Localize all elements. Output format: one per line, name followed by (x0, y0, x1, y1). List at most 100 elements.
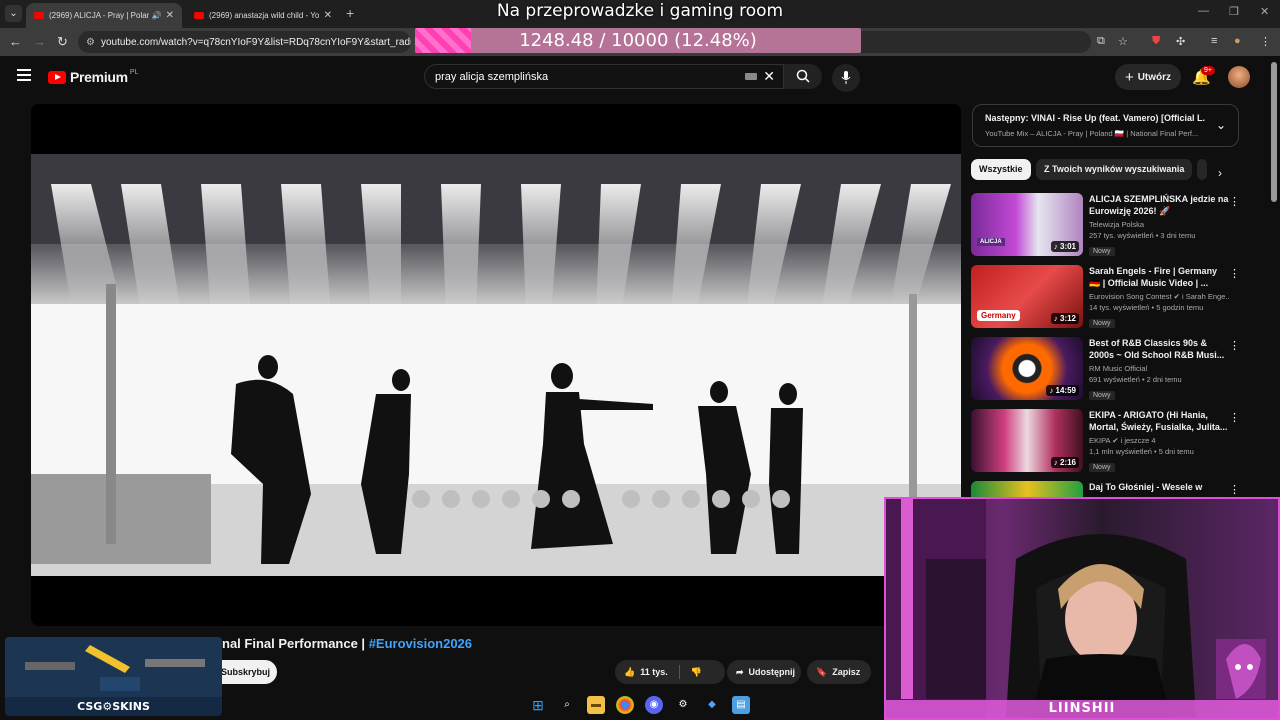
close-tab-icon[interactable]: ✕ (324, 10, 332, 21)
tab-search-icon[interactable]: ⌄ (5, 5, 22, 22)
save-button[interactable]: 🔖 Zapisz (807, 660, 871, 684)
settings-gear-icon[interactable]: ⚙ (674, 696, 692, 714)
video-meta: 1,1 mln wyświetleń • 5 dni temu (1089, 447, 1194, 456)
create-button[interactable]: + Utwórz (1115, 64, 1181, 90)
clear-search-icon[interactable]: ✕ (763, 68, 775, 85)
video-thumbnail[interactable] (971, 481, 1083, 497)
up-next-panel[interactable]: Następny: VINAI - Rise Up (feat. Vamero)… (972, 104, 1239, 147)
list-item[interactable]: ALICJA ♪ 3:01 ALICJA SZEMPLIŃSKA jedzie … (971, 193, 1241, 257)
scrollbar[interactable] (1271, 62, 1277, 202)
search-input[interactable]: pray alicja szemplińska ✕ (424, 64, 784, 89)
streamer-webcam-image (886, 499, 1266, 718)
close-tab-icon[interactable]: ✕ (166, 10, 174, 21)
app-diamond-icon[interactable]: ◆ (703, 696, 721, 714)
site-info-icon[interactable]: ⚙ (86, 37, 95, 48)
tab-anastazja[interactable]: (2969) anastazja wild child - Yo ✕ (186, 3, 340, 28)
close-window-icon[interactable]: ✕ (1260, 5, 1269, 18)
video-thumbnail[interactable]: ♪ 2:16 (971, 409, 1083, 472)
thumbnail-text: Germany (977, 310, 1020, 321)
discord-icon[interactable]: ◉ (645, 696, 663, 714)
video-title[interactable]: EKIPA - ARIGATO (Hi Hania, Mortal, Śwież… (1089, 409, 1229, 433)
video-title[interactable]: Sarah Engels - Fire | Germany 🇩🇪 | Offic… (1089, 265, 1229, 289)
url-text: youtube.com/watch?v=q78cnYIoF9Y&list=RDq… (100, 36, 411, 48)
list-item[interactable]: ♪ 14:59 Best of R&B Classics 90s & 2000s… (971, 337, 1241, 401)
channel-name[interactable]: EKIPA ✔ i jeszcze 4 (1089, 436, 1229, 445)
url-field[interactable]: ⚙ youtube.com/watch?v=q78cnYIoF9Y&list=R… (78, 31, 411, 53)
thumbnail-text: ALICJA (977, 238, 1005, 246)
chevron-right-icon[interactable]: › (1218, 166, 1222, 180)
more-options-icon[interactable]: ⋮ (1229, 483, 1240, 496)
video-title[interactable]: Daj To Głośniej - Wesele w (1089, 481, 1229, 493)
video-thumbnail[interactable]: ALICJA ♪ 3:01 (971, 193, 1083, 256)
search-value: pray alicja szemplińska (435, 70, 549, 83)
list-item[interactable]: Germany ♪ 3:12 Sarah Engels - Fire | Ger… (971, 265, 1241, 329)
profile-icon[interactable]: ● (1234, 35, 1241, 47)
video-title[interactable]: Best of R&B Classics 90s & 2000s ~ Old S… (1089, 337, 1229, 361)
voice-search-button[interactable] (832, 64, 860, 92)
restore-icon[interactable]: ❐ (1229, 5, 1239, 18)
more-options-icon[interactable]: ⋮ (1229, 267, 1240, 280)
file-explorer-icon[interactable]: ▬ (587, 696, 605, 714)
like-count[interactable]: 11 tys. (640, 667, 668, 677)
create-label: Utwórz (1137, 71, 1172, 83)
install-app-icon[interactable]: ⧉ (1097, 35, 1105, 48)
chip-from-search[interactable]: Z Twoich wyników wyszukiwania (1036, 159, 1193, 180)
chip-all[interactable]: Wszystkie (971, 159, 1031, 180)
duration-badge: ♪ 3:12 (1050, 313, 1079, 324)
streamer-name: LIINSHII (886, 700, 1278, 718)
chip-more[interactable] (1197, 159, 1207, 180)
video-thumbnail[interactable]: Germany ♪ 3:12 (971, 265, 1083, 328)
like-thumb-icon[interactable]: 👍 (624, 667, 635, 678)
menu-hamburger-icon[interactable] (17, 69, 31, 84)
notepad-icon[interactable]: ▤ (732, 696, 750, 714)
more-options-icon[interactable]: ⋮ (1229, 195, 1240, 208)
bookmark-icon: 🔖 (816, 666, 828, 677)
youtube-logo[interactable]: Premium PL (48, 69, 138, 85)
video-info: Best of R&B Classics 90s & 2000s ~ Old S… (1089, 337, 1229, 402)
channel-name[interactable]: Telewizja Polska (1089, 220, 1229, 229)
video-frame[interactable] (31, 154, 961, 576)
tab-alicja[interactable]: (2969) ALICJA - Pray | Poland 🔊 ✕ (26, 3, 182, 28)
browser-menu-icon[interactable]: ⋮ (1260, 35, 1271, 48)
list-item[interactable]: Daj To Głośniej - Wesele w ⋮ (971, 481, 1241, 497)
minimize-icon[interactable]: — (1198, 5, 1209, 17)
chrome-icon[interactable] (616, 696, 634, 714)
subscribe-button[interactable]: Subskrybuj (214, 660, 277, 684)
reload-icon[interactable]: ↻ (57, 34, 68, 50)
weapon-skins-image (5, 637, 222, 697)
forward-icon[interactable]: → (33, 34, 46, 49)
url-field-end[interactable] (861, 31, 1091, 53)
more-options-icon[interactable]: ⋮ (1229, 411, 1240, 424)
share-label: Udostępnij (748, 667, 796, 677)
new-tab-icon[interactable]: + (346, 5, 354, 21)
video-player[interactable] (31, 104, 961, 626)
share-button[interactable]: ➦ Udostępnij (727, 660, 801, 684)
video-hashtag-link[interactable]: #Eurovision2026 (369, 636, 472, 651)
extensions-puzzle-icon[interactable]: ✣ (1176, 35, 1185, 48)
taskbar-search-icon[interactable]: ⌕ (558, 696, 576, 714)
youtube-play-icon (48, 70, 66, 84)
notifications-badge: 9+ (1201, 66, 1215, 75)
search-button[interactable] (784, 64, 822, 89)
stream-title: Na przeprowadzke i gaming room (496, 1, 784, 21)
save-label: Zapisz (832, 667, 861, 677)
reading-list-icon[interactable]: ≡ (1211, 35, 1217, 47)
channel-name[interactable]: Eurovision Song Contest ✔ i Sarah Enge..… (1089, 292, 1229, 301)
list-item[interactable]: ♪ 2:16 EKIPA - ARIGATO (Hi Hania, Mortal… (971, 409, 1241, 473)
channel-name[interactable]: RM Music Official (1089, 364, 1229, 373)
filter-chips: Wszystkie Z Twoich wyników wyszukiwania (971, 159, 1241, 181)
back-icon[interactable]: ← (9, 34, 22, 49)
chevron-down-icon[interactable]: ⌄ (1216, 118, 1226, 132)
video-title[interactable]: ALICJA SZEMPLIŃSKA jedzie na Eurowizję 2… (1089, 193, 1229, 217)
more-options-icon[interactable]: ⋮ (1229, 339, 1240, 352)
up-next-title: Następny: VINAI - Rise Up (feat. Vamero)… (985, 113, 1205, 123)
bookmark-star-icon[interactable]: ☆ (1118, 35, 1128, 48)
avatar[interactable] (1228, 66, 1250, 88)
speaker-icon[interactable]: 🔊 (152, 11, 162, 20)
dislike-thumb-icon[interactable]: 👎 (691, 667, 702, 678)
windows-start-icon[interactable]: ⊞ (529, 696, 547, 714)
keyboard-icon[interactable] (745, 73, 757, 80)
video-meta: 14 tys. wyświetleń • 5 godzin temu (1089, 303, 1204, 312)
extension-shield-icon[interactable]: ⛊ (1152, 35, 1160, 48)
video-thumbnail[interactable]: ♪ 14:59 (971, 337, 1083, 400)
